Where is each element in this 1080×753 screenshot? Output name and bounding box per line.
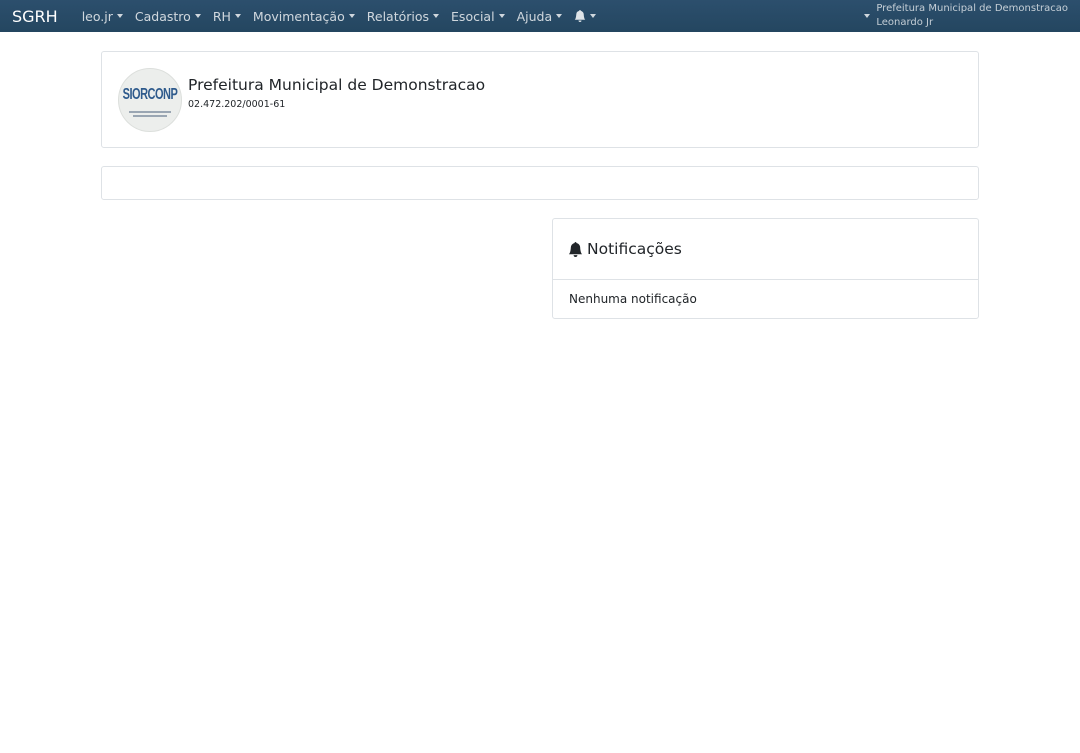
brand-link[interactable]: SGRH bbox=[12, 7, 58, 26]
menu-movimentacao[interactable]: Movimentação bbox=[247, 0, 361, 32]
empty-card bbox=[101, 166, 979, 200]
notifications-header: Notificações bbox=[553, 219, 978, 280]
caret-down-icon bbox=[194, 14, 201, 18]
notifications-empty-message: Nenhuma notificação bbox=[569, 292, 697, 306]
caret-down-icon bbox=[556, 14, 563, 18]
logo-decoration bbox=[129, 111, 171, 113]
organization-name: Prefeitura Municipal de Demonstracao bbox=[188, 76, 486, 94]
menu-ajuda-label: Ajuda bbox=[516, 8, 553, 24]
menu-ajuda[interactable]: Ajuda bbox=[511, 0, 569, 32]
caret-down-icon bbox=[433, 14, 440, 18]
menu-notifications[interactable] bbox=[568, 0, 602, 32]
notifications-card: Notificações Nenhuma notificação bbox=[552, 218, 979, 319]
account-user-name: Leonardo Jr bbox=[876, 17, 934, 28]
menu-user[interactable]: leo.jr bbox=[76, 0, 129, 32]
account-info: Prefeitura Municipal de Demonstracao Leo… bbox=[876, 2, 1068, 30]
account-organization: Prefeitura Municipal de Demonstracao bbox=[876, 3, 1068, 14]
menu-relatorios-label: Relatórios bbox=[366, 8, 430, 24]
top-navbar: SGRH leo.jr Cadastro RH Movimentação Rel… bbox=[0, 0, 1080, 32]
menu-relatorios[interactable]: Relatórios bbox=[361, 0, 445, 32]
caret-down-icon bbox=[348, 14, 355, 18]
caret-down-icon bbox=[498, 14, 505, 18]
main-menu: leo.jr Cadastro RH Movimentação Relatóri… bbox=[76, 0, 602, 32]
logo-text: SIORCONP bbox=[122, 86, 178, 104]
menu-user-label: leo.jr bbox=[81, 8, 113, 24]
bell-icon bbox=[574, 10, 586, 22]
menu-rh-label: RH bbox=[212, 8, 231, 24]
menu-cadastro-label: Cadastro bbox=[134, 8, 191, 24]
menu-rh[interactable]: RH bbox=[207, 0, 247, 32]
notifications-title: Notificações bbox=[587, 240, 682, 258]
menu-esocial[interactable]: Esocial bbox=[445, 0, 511, 32]
bell-icon bbox=[568, 241, 583, 257]
caret-down-icon bbox=[864, 14, 871, 18]
menu-movimentacao-label: Movimentação bbox=[252, 8, 345, 24]
account-menu[interactable]: Prefeitura Municipal de Demonstracao Leo… bbox=[864, 0, 1068, 32]
menu-cadastro[interactable]: Cadastro bbox=[129, 0, 207, 32]
caret-down-icon bbox=[116, 14, 123, 18]
menu-esocial-label: Esocial bbox=[451, 8, 495, 24]
organization-cnpj: 02.472.202/0001-61 bbox=[188, 99, 286, 110]
organization-card: SIORCONP Prefeitura Municipal de Demonst… bbox=[101, 51, 979, 148]
logo-decoration bbox=[133, 115, 167, 117]
caret-down-icon bbox=[590, 14, 597, 18]
organization-logo: SIORCONP bbox=[118, 68, 182, 132]
caret-down-icon bbox=[234, 14, 241, 18]
